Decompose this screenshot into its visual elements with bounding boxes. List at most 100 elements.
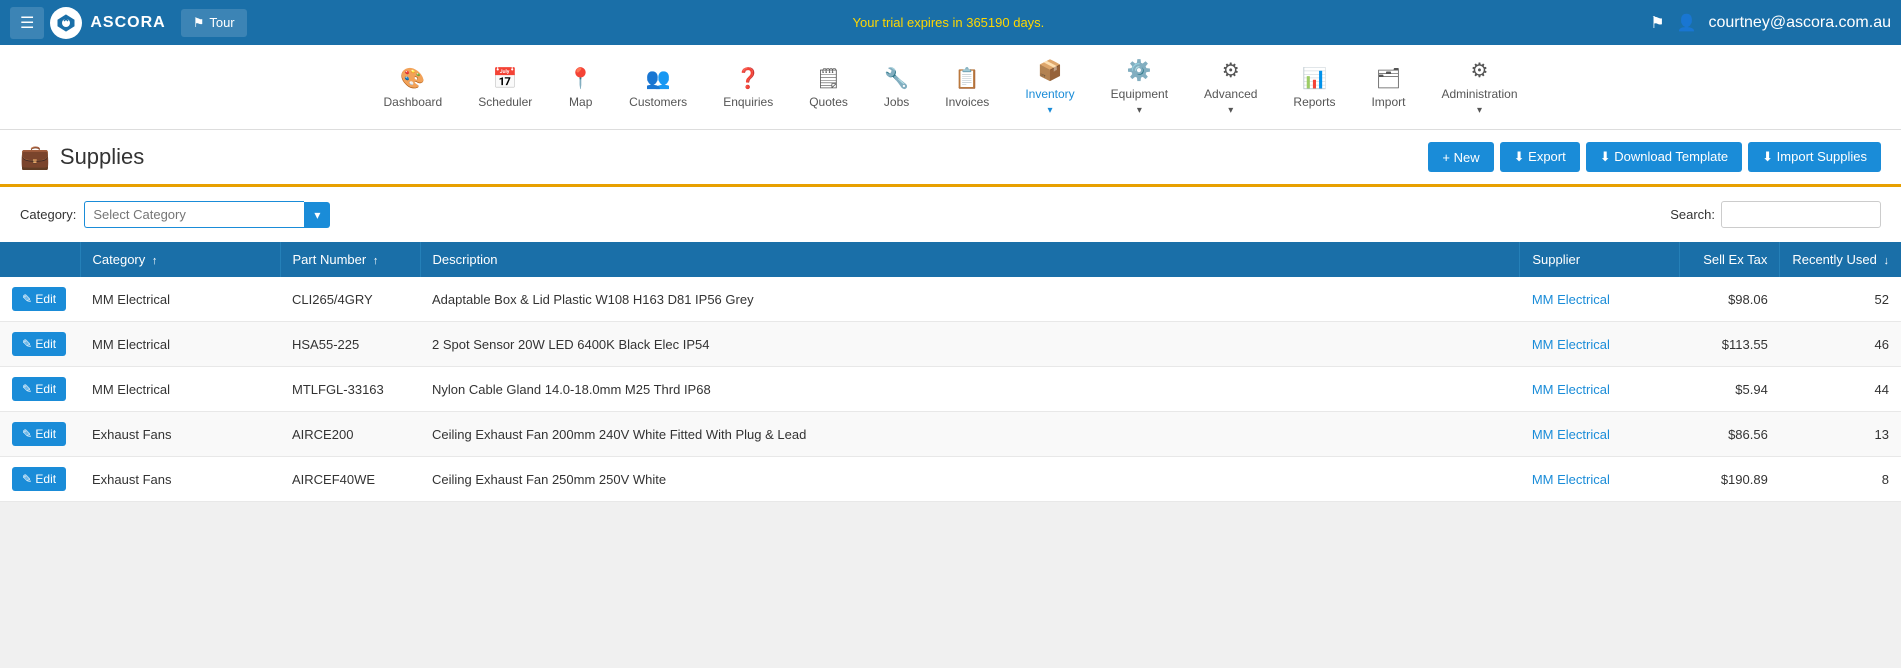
hamburger-button[interactable]: ☰ (10, 7, 44, 39)
nav-item-customers[interactable]: 👥 Customers (611, 61, 705, 114)
second-navbar: 🎨 Dashboard 📅 Scheduler 📍 Map 👥 Customer… (0, 45, 1901, 130)
supplier-cell-0: MM Electrical (1520, 277, 1680, 322)
supplies-table: Category ↑ Part Number ↑ Description Sup… (0, 242, 1901, 502)
nav-item-import[interactable]: 🗂 Import (1353, 61, 1423, 114)
search-bar: Search: (1670, 201, 1881, 228)
supplier-link-3[interactable]: MM Electrical (1532, 427, 1610, 442)
advanced-dropdown-arrow: ▾ (1228, 105, 1233, 116)
table-row: ✎ Edit Exhaust Fans AIRCEF40WE Ceiling E… (0, 457, 1901, 502)
category-cell-0: MM Electrical (80, 277, 280, 322)
export-button[interactable]: ⬇ Export (1500, 142, 1580, 172)
download-template-button[interactable]: ⬇ Download Template (1586, 142, 1742, 172)
table-row: ✎ Edit MM Electrical MTLFGL-33163 Nylon … (0, 367, 1901, 412)
header-buttons: + New ⬇ Export ⬇ Download Template ⬇ Imp… (1428, 142, 1881, 172)
inventory-dropdown-arrow: ▾ (1047, 105, 1052, 116)
col-header-recently-used[interactable]: Recently Used ↓ (1780, 242, 1901, 277)
map-icon: 📍 (568, 66, 593, 91)
supplies-table-container: Category ↑ Part Number ↑ Description Sup… (0, 242, 1901, 502)
description-cell-1: 2 Spot Sensor 20W LED 6400K Black Elec I… (420, 322, 1520, 367)
category-cell-3: Exhaust Fans (80, 412, 280, 457)
recent-sort-icon: ↓ (1884, 255, 1890, 267)
import-supplies-button[interactable]: ⬇ Import Supplies (1748, 142, 1881, 172)
tour-button[interactable]: ⚑ Tour (181, 9, 247, 37)
nav-item-jobs[interactable]: 🔧 Jobs (866, 61, 927, 114)
description-cell-4: Ceiling Exhaust Fan 250mm 250V White (420, 457, 1520, 502)
scheduler-icon: 📅 (493, 66, 518, 91)
edit-cell-2: ✎ Edit (0, 367, 80, 412)
col-header-part-number[interactable]: Part Number ↑ (280, 242, 420, 277)
search-input[interactable] (1721, 201, 1881, 228)
col-header-sell-ex-tax[interactable]: Sell Ex Tax (1680, 242, 1780, 277)
recently-used-cell-1: 46 (1780, 322, 1901, 367)
nav-item-administration[interactable]: ⚙ Administration ▾ (1423, 53, 1535, 121)
description-cell-2: Nylon Cable Gland 14.0-18.0mm M25 Thrd I… (420, 367, 1520, 412)
edit-button-0[interactable]: ✎ Edit (12, 287, 66, 311)
user-icon[interactable]: 👤 (1677, 13, 1697, 33)
category-dropdown-button[interactable]: ▾ (304, 202, 330, 228)
dashboard-icon: 🎨 (400, 66, 425, 91)
supplier-link-4[interactable]: MM Electrical (1532, 472, 1610, 487)
nav-item-invoices[interactable]: 📋 Invoices (927, 61, 1007, 114)
part-number-cell-4: AIRCEF40WE (280, 457, 420, 502)
nav-item-quotes[interactable]: 🗒 Quotes (791, 61, 866, 114)
nav-item-reports[interactable]: 📊 Reports (1275, 61, 1353, 114)
category-select-wrap: ▾ (84, 201, 330, 228)
nav-item-equipment[interactable]: ⚙️ Equipment ▾ (1093, 53, 1186, 121)
nav-item-dashboard[interactable]: 🎨 Dashboard (366, 61, 461, 114)
user-email[interactable]: courtney@ascora.com.au (1708, 14, 1891, 32)
category-select[interactable] (84, 201, 304, 228)
part-number-cell-0: CLI265/4GRY (280, 277, 420, 322)
category-cell-4: Exhaust Fans (80, 457, 280, 502)
part-number-cell-1: HSA55-225 (280, 322, 420, 367)
edit-cell-3: ✎ Edit (0, 412, 80, 457)
nav-item-map[interactable]: 📍 Map (550, 61, 611, 114)
col-header-supplier[interactable]: Supplier (1520, 242, 1680, 277)
table-scroll-area[interactable]: Category ↑ Part Number ↑ Description Sup… (0, 242, 1901, 502)
nav-item-scheduler[interactable]: 📅 Scheduler (460, 61, 550, 114)
nav-item-enquiries[interactable]: ❓ Enquiries (705, 61, 791, 114)
table-header-row: Category ↑ Part Number ↑ Description Sup… (0, 242, 1901, 277)
recently-used-cell-2: 44 (1780, 367, 1901, 412)
supplier-link-0[interactable]: MM Electrical (1532, 292, 1610, 307)
category-cell-1: MM Electrical (80, 322, 280, 367)
edit-button-4[interactable]: ✎ Edit (12, 467, 66, 491)
nav-item-inventory[interactable]: 📦 Inventory ▾ (1007, 53, 1092, 121)
supplier-link-1[interactable]: MM Electrical (1532, 337, 1610, 352)
trial-notice: Your trial expires in 365190 days. (247, 15, 1651, 30)
table-row: ✎ Edit Exhaust Fans AIRCE200 Ceiling Exh… (0, 412, 1901, 457)
new-button[interactable]: + New (1428, 142, 1493, 172)
supplies-icon: 💼 (20, 143, 50, 172)
category-label: Category: (20, 207, 76, 222)
nav-item-advanced[interactable]: ⚙ Advanced ▾ (1186, 53, 1275, 121)
category-filter: Category: ▾ (20, 201, 330, 228)
import-icon: 🗂 (1376, 66, 1401, 91)
recently-used-cell-4: 8 (1780, 457, 1901, 502)
flag-nav-icon[interactable]: ⚑ (1650, 13, 1664, 33)
sell-ex-tax-cell-0: $98.06 (1680, 277, 1780, 322)
sell-ex-tax-cell-1: $113.55 (1680, 322, 1780, 367)
edit-button-3[interactable]: ✎ Edit (12, 422, 66, 446)
table-row: ✎ Edit MM Electrical HSA55-225 2 Spot Se… (0, 322, 1901, 367)
administration-dropdown-arrow: ▾ (1477, 105, 1482, 116)
edit-button-2[interactable]: ✎ Edit (12, 377, 66, 401)
edit-button-1[interactable]: ✎ Edit (12, 332, 66, 356)
description-cell-3: Ceiling Exhaust Fan 200mm 240V White Fit… (420, 412, 1520, 457)
supplier-link-2[interactable]: MM Electrical (1532, 382, 1610, 397)
invoices-icon: 📋 (955, 66, 980, 91)
administration-icon: ⚙ (1471, 58, 1489, 83)
enquiries-icon: ❓ (736, 66, 761, 91)
logo: Ascora (50, 7, 165, 39)
edit-cell-1: ✎ Edit (0, 322, 80, 367)
supplier-cell-3: MM Electrical (1520, 412, 1680, 457)
col-header-description[interactable]: Description (420, 242, 1520, 277)
page-title: 💼 Supplies (20, 143, 144, 172)
supplier-cell-2: MM Electrical (1520, 367, 1680, 412)
supplier-cell-1: MM Electrical (1520, 322, 1680, 367)
table-body: ✎ Edit MM Electrical CLI265/4GRY Adaptab… (0, 277, 1901, 502)
top-nav-icons: ⚑ 👤 courtney@ascora.com.au (1650, 13, 1891, 33)
edit-cell-4: ✎ Edit (0, 457, 80, 502)
category-cell-2: MM Electrical (80, 367, 280, 412)
col-header-category[interactable]: Category ↑ (80, 242, 280, 277)
top-navbar: ☰ Ascora ⚑ Tour Your trial expires in 36… (0, 0, 1901, 45)
supplier-cell-4: MM Electrical (1520, 457, 1680, 502)
